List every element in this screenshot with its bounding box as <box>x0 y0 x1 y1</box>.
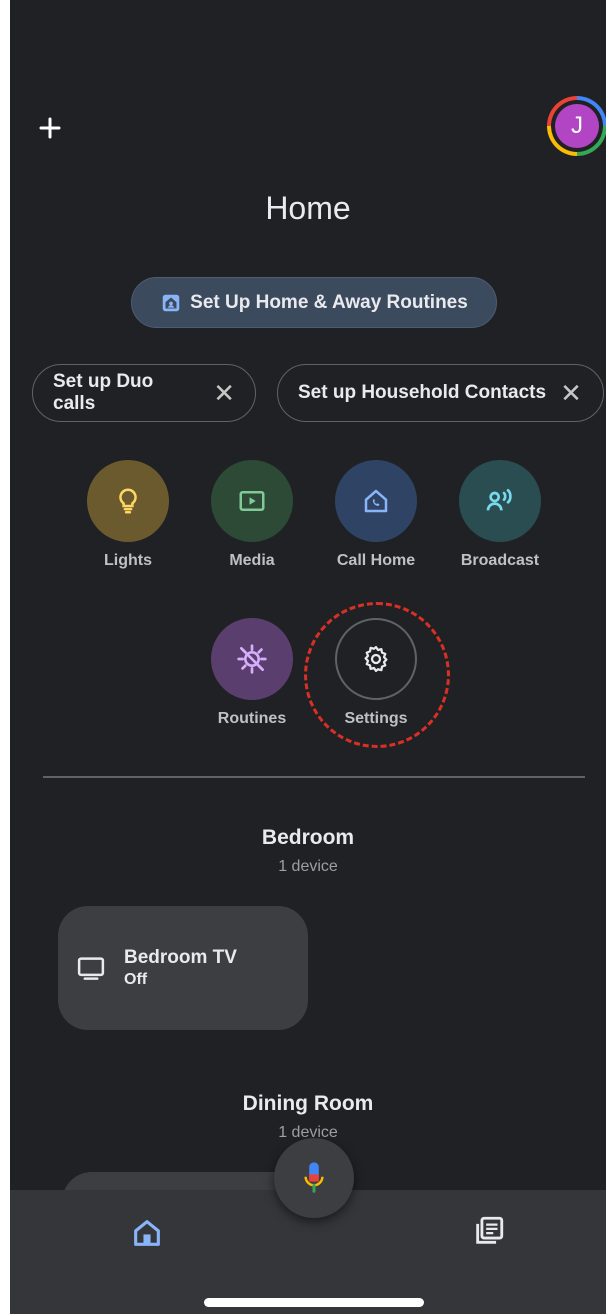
home-away-icon <box>162 294 180 311</box>
call-home-icon <box>364 489 388 513</box>
nav-feed-tab[interactable] <box>472 1214 506 1248</box>
media-label: Media <box>229 552 275 569</box>
account-avatar-button[interactable]: J <box>547 96 606 156</box>
broadcast-circle <box>459 460 541 542</box>
phone-screen: J Home Set Up Home & Away Routines Set u… <box>10 0 606 1314</box>
device-card-bedroom-tv[interactable]: Bedroom TV Off <box>58 906 308 1030</box>
call-home-label: Call Home <box>336 552 416 569</box>
device-status: Off <box>124 971 148 988</box>
assistant-mic-button[interactable] <box>274 1138 354 1218</box>
room-device-count-bedroom: 1 device <box>278 858 338 875</box>
setup-duo-label: Set up Duo calls <box>53 371 154 414</box>
nav-home-tab[interactable] <box>130 1216 164 1250</box>
add-button[interactable] <box>34 112 66 144</box>
page-title: Home <box>265 190 351 226</box>
media-icon <box>239 491 265 511</box>
broadcast-icon <box>486 489 512 511</box>
plus-icon <box>39 117 61 139</box>
home-indicator[interactable] <box>204 1298 424 1307</box>
avatar: J <box>555 104 599 148</box>
room-title-dining-room: Dining Room <box>242 1092 374 1115</box>
lights-circle <box>87 460 169 542</box>
feed-icon <box>476 1216 504 1244</box>
routines-label: Routines <box>217 710 287 727</box>
setup-contacts-chip[interactable]: Set up Household Contacts ✕ <box>277 364 604 422</box>
setup-home-away-label: Set Up Home & Away Routines <box>190 291 468 313</box>
call-home-action[interactable]: Call Home <box>326 460 426 570</box>
settings-highlight-circle <box>304 602 450 748</box>
routines-icon <box>237 644 267 674</box>
setup-contacts-label: Set up Household Contacts <box>298 382 547 403</box>
routines-circle <box>211 618 293 700</box>
setup-duo-chip[interactable]: Set up Duo calls ✕ <box>32 364 256 422</box>
lights-action[interactable]: Lights <box>78 460 178 570</box>
divider <box>43 776 585 778</box>
setup-home-away-button[interactable]: Set Up Home & Away Routines <box>131 277 497 328</box>
broadcast-label: Broadcast <box>460 552 540 569</box>
call-home-circle <box>335 460 417 542</box>
close-icon[interactable]: ✕ <box>560 380 582 406</box>
close-icon[interactable]: ✕ <box>213 380 235 406</box>
tv-icon <box>77 957 105 980</box>
device-name: Bedroom TV <box>124 947 237 968</box>
media-action[interactable]: Media <box>202 460 302 570</box>
lights-label: Lights <box>104 552 152 569</box>
media-circle <box>211 460 293 542</box>
routines-action[interactable]: Routines <box>202 618 302 728</box>
broadcast-action[interactable]: Broadcast <box>450 460 550 570</box>
microphone-icon <box>304 1162 324 1193</box>
lightbulb-icon <box>119 488 137 514</box>
home-icon <box>134 1220 160 1246</box>
room-title-bedroom: Bedroom <box>261 826 355 849</box>
